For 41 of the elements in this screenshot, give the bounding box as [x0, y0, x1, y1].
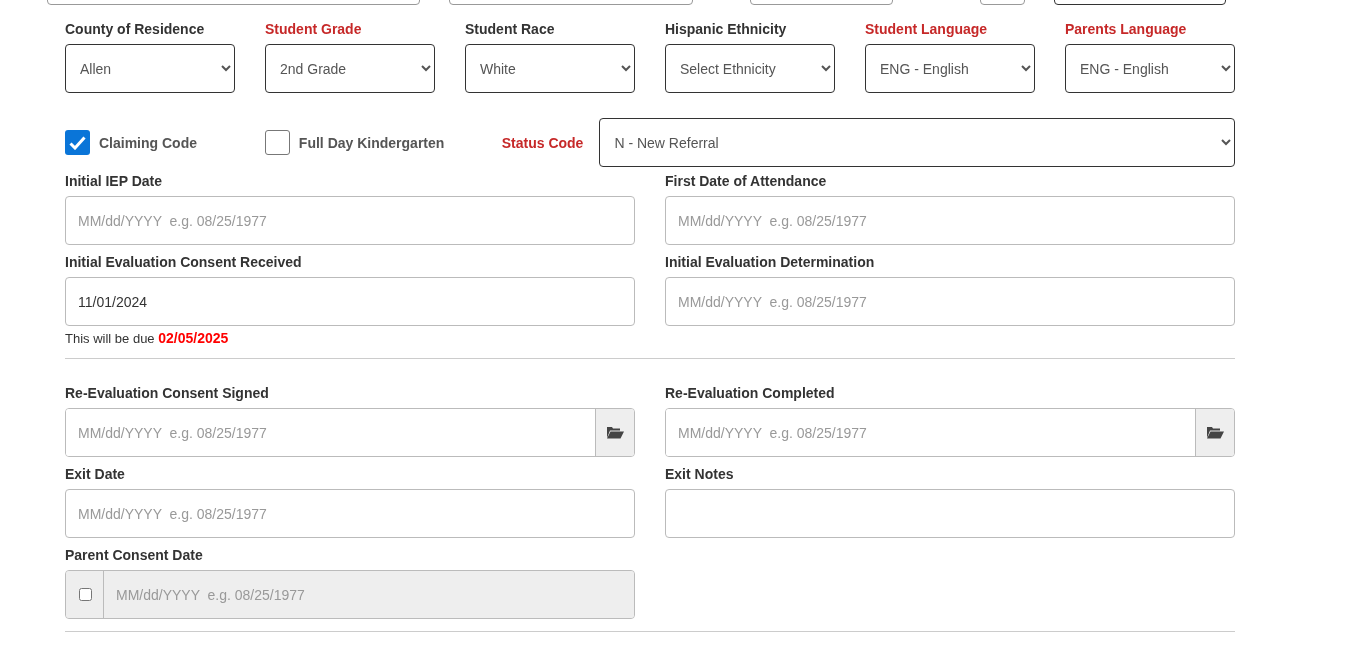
date-field[interactable]	[665, 489, 1235, 538]
folder-icon	[1206, 426, 1224, 439]
checkbox-label: Claiming Code	[99, 134, 197, 151]
field-label: Re-Evaluation Consent Signed	[65, 385, 270, 401]
dropdown[interactable]: N - New Referral	[599, 118, 1235, 167]
dropdown[interactable]: ENG - English	[1065, 44, 1235, 93]
field-label: Initial Evaluation Determination	[665, 254, 876, 270]
date-field[interactable]: 11/01/2024	[65, 277, 635, 326]
folder-icon	[606, 426, 624, 439]
field-label: Status Code	[501, 134, 584, 151]
checkbox[interactable]	[264, 130, 290, 155]
dropdown[interactable]: Select Ethnicity	[665, 44, 835, 93]
field-label: Initial IEP Date	[65, 173, 163, 189]
field-label: County of Residence	[65, 21, 206, 37]
field-label: First Date of Attendance	[665, 173, 828, 189]
date-field[interactable]: MM/dd/YYYY e.g. 08/25/1977	[65, 489, 635, 538]
dropdown[interactable]: ENG - English	[865, 44, 1035, 93]
date-field[interactable]: MM/dd/YYYY e.g. 08/25/1977	[665, 277, 1235, 326]
dropdown[interactable]: Allen	[65, 44, 235, 93]
field-label: Initial Evaluation Consent Received	[65, 254, 303, 270]
date-field[interactable]: MM/dd/YYYY e.g. 08/25/1977	[65, 196, 635, 245]
date-picker-button[interactable]	[1195, 409, 1234, 456]
field-label: Student Language	[865, 21, 989, 37]
field-label: Hispanic Ethnicity	[665, 21, 788, 37]
date-field[interactable]: MM/dd/YYYY e.g. 08/25/1977	[665, 196, 1235, 245]
date-field[interactable]: MM/dd/YYYY e.g. 08/25/1977	[665, 408, 1235, 457]
dropdown[interactable]: White	[465, 44, 635, 93]
dropdown[interactable]: 2nd Grade	[265, 44, 435, 93]
field-label: Re-Evaluation Completed	[665, 385, 836, 401]
field-label: Exit Date	[65, 466, 126, 482]
field-label: Parents Language	[1065, 21, 1188, 37]
checkbox-label: Full Day Kindergarten	[298, 134, 445, 151]
date-picker-button[interactable]	[595, 409, 634, 456]
checkmark-icon	[69, 135, 86, 150]
field-label: Student Race	[465, 21, 556, 37]
date-field[interactable]: MM/dd/YYYY e.g. 08/25/1977	[65, 408, 635, 457]
field-label: Exit Notes	[665, 466, 735, 482]
due-date-note: This will be due 02/05/2025	[65, 330, 230, 346]
field-label: Student Grade	[265, 21, 363, 37]
checkbox[interactable]	[65, 130, 90, 155]
field-label: Parent Consent Date	[65, 547, 204, 563]
